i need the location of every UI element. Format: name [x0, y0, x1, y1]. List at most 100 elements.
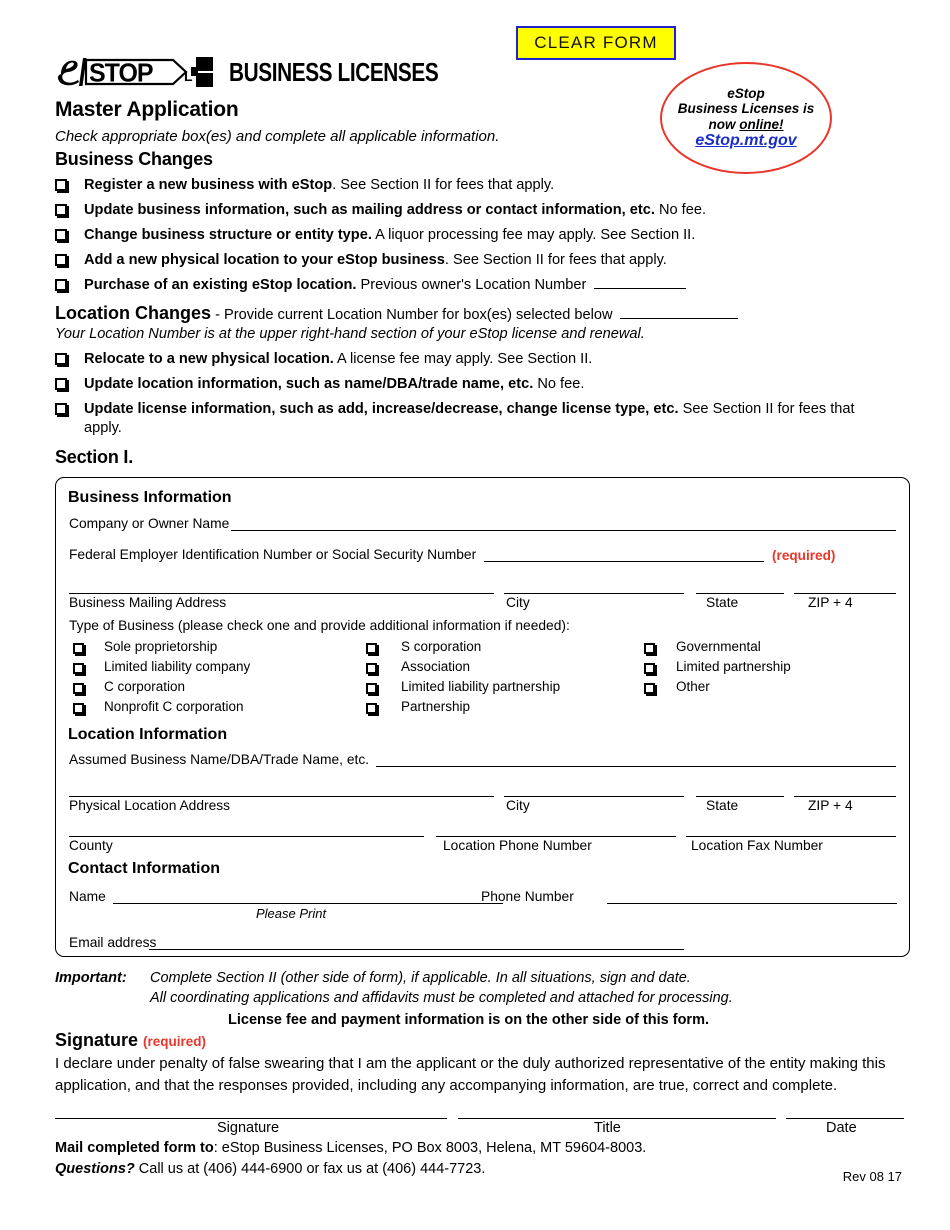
location-fax-number-input[interactable]: [686, 836, 896, 837]
label-s-corporation: S corporation: [401, 639, 482, 654]
form-page: CLEAR FORM STOP L BUSINESS LICENSES Mast…: [0, 0, 950, 1230]
dba-trade-name-label: Assumed Business Name/DBA/Trade Name, et…: [69, 752, 370, 767]
email-address-input[interactable]: [149, 949, 684, 950]
physical-location-city-input[interactable]: [504, 796, 684, 797]
label-sole-proprietorship: Sole proprietorship: [104, 639, 218, 654]
business-mailing-city-label: City: [506, 595, 530, 610]
contact-name-input[interactable]: [113, 903, 503, 904]
label-association: Association: [401, 659, 471, 674]
checkbox-limited-liability-company[interactable]: [73, 663, 84, 674]
company-or-owner-name-label: Company or Owner Name: [69, 516, 230, 531]
label-c-corporation: C corporation: [104, 679, 186, 694]
physical-location-state-input[interactable]: [696, 796, 784, 797]
business-mailing-zip-input[interactable]: [794, 593, 896, 594]
date-input[interactable]: [786, 1118, 904, 1119]
fein-ssn-input[interactable]: [484, 561, 764, 562]
business-mailing-city-input[interactable]: [504, 593, 684, 594]
checkbox-register-new-business[interactable]: [55, 179, 67, 191]
physical-location-address-input[interactable]: [69, 796, 494, 797]
checkbox-row-purchase-existing-location[interactable]: Purchase of an existing eStop location. …: [55, 276, 915, 295]
current-location-number-blank[interactable]: [619, 318, 738, 319]
checkbox-row-register-new-business[interactable]: Register a new business with eStop. See …: [55, 176, 915, 195]
checkbox-association[interactable]: [366, 663, 377, 674]
business-information-heading: Business Information: [68, 489, 232, 506]
label-limited-liability-partnership: Limited liability partnership: [401, 679, 561, 694]
checkbox-row-add-physical-location[interactable]: Add a new physical location to your eSto…: [55, 251, 915, 270]
business-changes-heading: Business Changes: [55, 149, 213, 169]
signature-input[interactable]: [55, 1118, 447, 1119]
type-of-business-label: Type of Business (please check one and p…: [69, 618, 570, 633]
estop-logo: STOP L BUSINESS LICENSES: [55, 52, 491, 92]
contact-name-label: Name: [69, 889, 106, 904]
company-or-owner-name-input[interactable]: [231, 530, 896, 531]
checkbox-add-physical-location[interactable]: [55, 254, 67, 266]
mail-instructions-rest: : eStop Business Licenses, PO Box 8003, …: [213, 1140, 647, 1156]
stamp-line-2: Business Licenses is: [677, 101, 815, 117]
checkbox-other[interactable]: [644, 683, 655, 694]
checkbox-change-business-structure[interactable]: [55, 229, 67, 241]
checkbox-governmental[interactable]: [644, 643, 655, 654]
business-mailing-address-label: Business Mailing Address: [69, 595, 227, 610]
checkbox-s-corporation[interactable]: [366, 643, 377, 654]
physical-location-zip-input[interactable]: [794, 796, 896, 797]
checkbox-row-update-location-info[interactable]: Update location information, such as nam…: [55, 375, 915, 394]
location-information-heading: Location Information: [68, 726, 228, 743]
contact-information-heading: Contact Information: [68, 860, 220, 877]
business-mailing-state-label: State: [706, 595, 739, 610]
questions-bold: Questions?: [55, 1161, 135, 1177]
checkbox-limited-liability-partnership[interactable]: [366, 683, 377, 694]
clear-form-button[interactable]: CLEAR FORM: [516, 26, 676, 60]
business-mailing-zip-label: ZIP + 4: [808, 595, 853, 610]
dba-trade-name-input[interactable]: [376, 766, 896, 767]
fein-required-tag: (required): [772, 548, 836, 563]
checkbox-row-update-license-info[interactable]: Update license information, such as add,…: [55, 400, 870, 438]
checkbox-limited-partnership[interactable]: [644, 663, 655, 674]
business-mailing-address-input[interactable]: [69, 593, 494, 594]
section-one-box: Business Information Company or Owner Na…: [55, 477, 910, 957]
checkbox-sole-proprietorship[interactable]: [73, 643, 84, 654]
checkbox-partnership[interactable]: [366, 703, 377, 714]
contact-phone-input[interactable]: [607, 903, 897, 904]
title-input[interactable]: [458, 1118, 776, 1119]
location-changes-heading: Location Changes: [55, 303, 212, 323]
checkbox-update-location-info[interactable]: [55, 378, 67, 390]
checkbox-label: Add a new physical location to your eSto…: [84, 252, 667, 268]
checkbox-row-update-business-info[interactable]: Update business information, such as mai…: [55, 201, 915, 220]
checkbox-label: Purchase of an existing eStop location. …: [84, 276, 687, 295]
label-nonprofit-c-corporation: Nonprofit C corporation: [104, 699, 244, 714]
checkbox-relocate[interactable]: [55, 353, 67, 365]
stamp-line-3: now online!: [708, 116, 784, 132]
checkbox-update-license-info[interactable]: [55, 403, 67, 415]
questions-rest: Call us at (406) 444-6900 or fax us at (…: [134, 1161, 486, 1177]
location-phone-number-input[interactable]: [436, 836, 676, 837]
checkbox-c-corporation[interactable]: [73, 683, 84, 694]
previous-location-number-blank[interactable]: [594, 288, 687, 289]
logo-wordmark: BUSINESS LICENSES: [229, 56, 439, 87]
business-mailing-state-input[interactable]: [696, 593, 784, 594]
mail-instructions-bold: Mail completed form to: [55, 1140, 214, 1156]
checkbox-nonprofit-c-corporation[interactable]: [73, 703, 84, 714]
please-print-note: Please Print: [256, 906, 327, 921]
checkbox-label: Register a new business with eStop. See …: [84, 177, 555, 193]
estop-website-link[interactable]: eStop.mt.gov: [695, 132, 796, 150]
label-partnership: Partnership: [401, 699, 471, 714]
mail-instructions: Mail completed form to: eStop Business L…: [55, 1140, 646, 1156]
physical-location-city-label: City: [506, 798, 530, 813]
checkbox-update-business-info[interactable]: [55, 204, 67, 216]
label-governmental: Governmental: [676, 639, 761, 654]
contact-phone-label: Phone Number: [481, 889, 574, 904]
label-other: Other: [676, 679, 710, 694]
signature-required-tag: (required): [143, 1034, 207, 1049]
county-input[interactable]: [69, 836, 424, 837]
checkbox-row-relocate[interactable]: Relocate to a new physical location. A l…: [55, 350, 915, 369]
important-label: Important:: [55, 970, 127, 986]
stamp-line-1: eStop: [727, 86, 765, 102]
checkbox-label: Relocate to a new physical location. A l…: [84, 351, 593, 367]
checkbox-purchase-existing-location[interactable]: [55, 279, 67, 291]
location-fax-number-label: Location Fax Number: [691, 838, 823, 853]
important-line-1: Complete Section II (other side of form)…: [150, 970, 691, 986]
checkbox-label: Update location information, such as nam…: [84, 376, 585, 392]
questions-line: Questions? Call us at (406) 444-6900 or …: [55, 1161, 485, 1177]
checkbox-row-change-business-structure[interactable]: Change business structure or entity type…: [55, 226, 915, 245]
revision-label: Rev 08 17: [842, 1169, 902, 1184]
